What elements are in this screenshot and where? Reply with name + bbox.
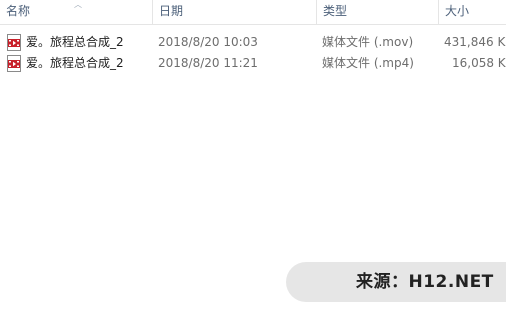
column-header-name[interactable]: ︿ 名称	[0, 0, 152, 24]
column-header-size-label: 大小	[445, 4, 470, 18]
sort-arrow-icon: ︿	[74, 0, 82, 9]
column-header-size[interactable]: 大小	[438, 0, 506, 24]
file-row[interactable]: 爱。旅程总合成_2 2018/8/20 11:21 媒体文件 (.mp4) 16…	[0, 53, 506, 74]
column-header-date[interactable]: 日期	[152, 0, 316, 24]
file-type: 媒体文件 (.mp4)	[322, 56, 414, 70]
column-header-date-label: 日期	[159, 4, 184, 18]
file-type: 媒体文件 (.mov)	[322, 35, 414, 49]
watermark-text: 来源：H12.NET	[356, 272, 494, 292]
file-list: 爱。旅程总合成_2 2018/8/20 10:03 媒体文件 (.mov) 43…	[0, 32, 506, 74]
column-header-type-label: 类型	[323, 4, 348, 18]
column-header-bar: ︿ 名称 日期 类型 大小	[0, 0, 506, 25]
column-header-type[interactable]: 类型	[316, 0, 438, 24]
file-name: 爱。旅程总合成_2	[26, 35, 124, 49]
file-size: 431,846 K	[444, 35, 506, 49]
file-row[interactable]: 爱。旅程总合成_2 2018/8/20 10:03 媒体文件 (.mov) 43…	[0, 32, 506, 53]
video-file-icon	[6, 34, 22, 51]
file-name: 爱。旅程总合成_2	[26, 56, 124, 70]
video-file-icon	[6, 55, 22, 72]
file-size: 16,058 K	[452, 56, 506, 70]
file-date: 2018/8/20 10:03	[158, 35, 258, 49]
column-header-name-label: 名称	[6, 4, 31, 18]
file-date: 2018/8/20 11:21	[158, 56, 258, 70]
